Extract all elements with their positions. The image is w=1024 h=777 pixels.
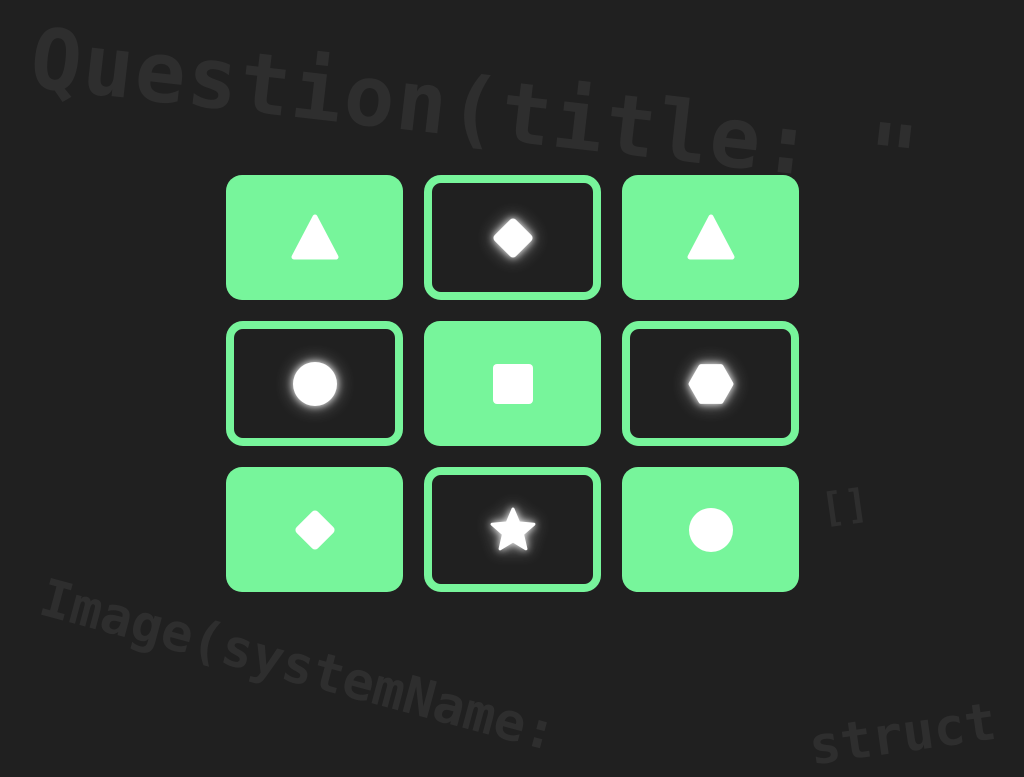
tile-3-3-circle[interactable]: [622, 467, 799, 592]
diamond-icon: [492, 217, 533, 258]
tile-1-2-diamond[interactable]: [424, 175, 601, 300]
tile-1-1-triangle[interactable]: [226, 175, 403, 300]
square-icon: [492, 363, 533, 404]
triangle-icon: [687, 214, 734, 259]
tile-3-2-star[interactable]: [424, 467, 601, 592]
background-code-question: Question(title: ": [25, 9, 925, 208]
star-icon: [490, 507, 535, 550]
diamond-icon: [294, 509, 335, 550]
circle-icon: [688, 507, 733, 552]
tile-1-3-triangle[interactable]: [622, 175, 799, 300]
hexagon-icon: [688, 363, 733, 404]
triangle-icon: [291, 214, 338, 259]
tile-grid: [226, 175, 799, 592]
background-code-brackets: []: [817, 480, 872, 533]
tile-3-1-diamond[interactable]: [226, 467, 403, 592]
tile-2-3-hexagon[interactable]: [622, 321, 799, 446]
background-code-image: Image(systemName:: [33, 568, 564, 764]
tile-2-2-square[interactable]: [424, 321, 601, 446]
tile-2-1-circle[interactable]: [226, 321, 403, 446]
background-code-struct: struct: [805, 691, 1000, 777]
circle-icon: [292, 361, 337, 406]
